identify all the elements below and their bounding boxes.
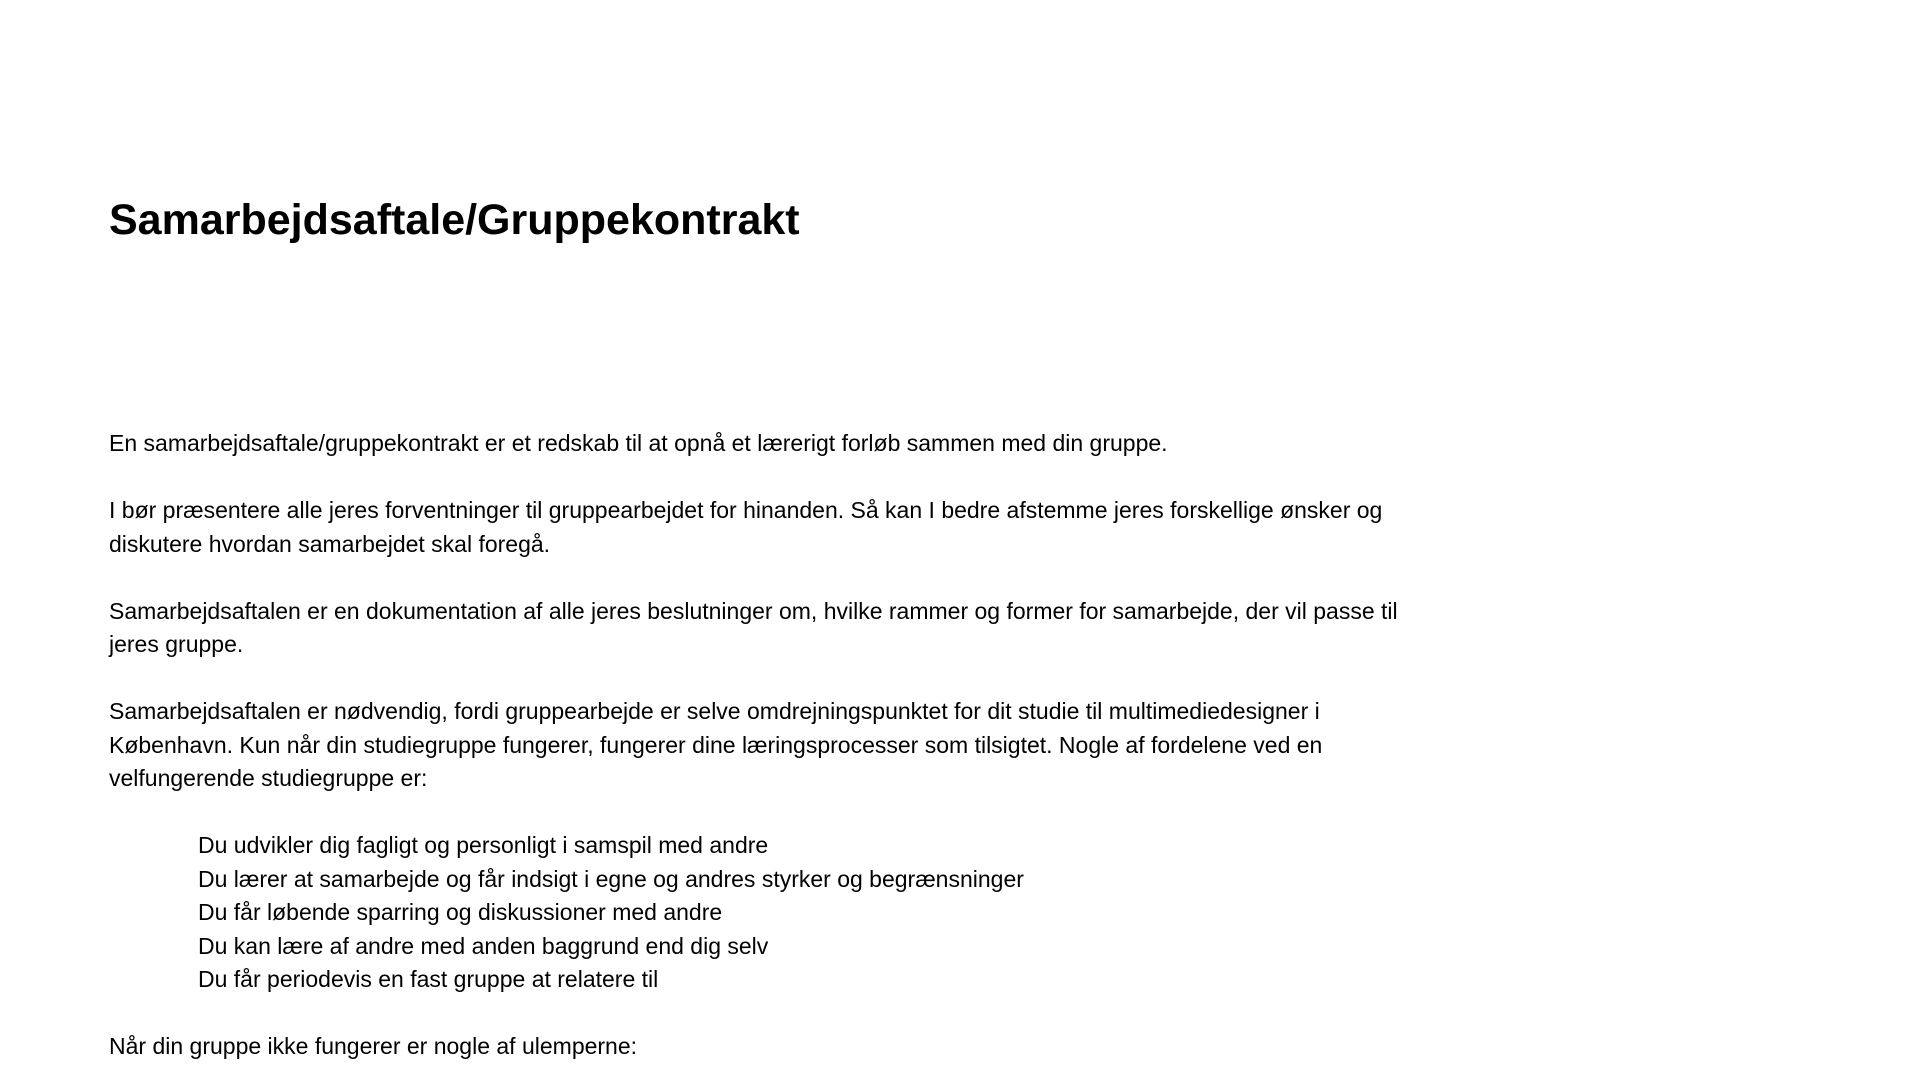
paragraph-documentation: Samarbejdsaftalen er en dokumentation af… [109,597,1398,658]
paragraph-expectations: I bør præsentere alle jeres forventninge… [109,497,1383,557]
document-content: Samarbejdsaftale/Gruppekontrakt En samar… [109,185,1409,1080]
advantages-list: Du udvikler dig fagligt og personligt i … [109,829,1409,997]
list-item: Du får løbende sparring og diskussioner … [198,899,723,925]
paragraph-disadvantages-intro: Når din gruppe ikke fungerer er nogle af… [109,1033,638,1059]
list-item: Du får periodevis en fast gruppe at rela… [198,966,659,992]
document-page: Samarbejdsaftale/Gruppekontrakt En samar… [0,0,1920,1080]
list-item: Du udvikler dig fagligt og personligt i … [198,832,769,858]
document-title: Samarbejdsaftale/Gruppekontrakt [109,196,800,244]
paragraph-necessity: Samarbejdsaftalen er nødvendig, fordi gr… [109,698,1323,791]
document-body: En samarbejdsaftale/gruppekontrakt er et… [109,427,1409,1064]
paragraph-intro: En samarbejdsaftale/gruppekontrakt er et… [109,430,1168,456]
list-item: Du lærer at samarbejde og får indsigt i … [198,865,1024,892]
list-item: Du kan lære af andre med anden baggrund … [198,932,769,959]
